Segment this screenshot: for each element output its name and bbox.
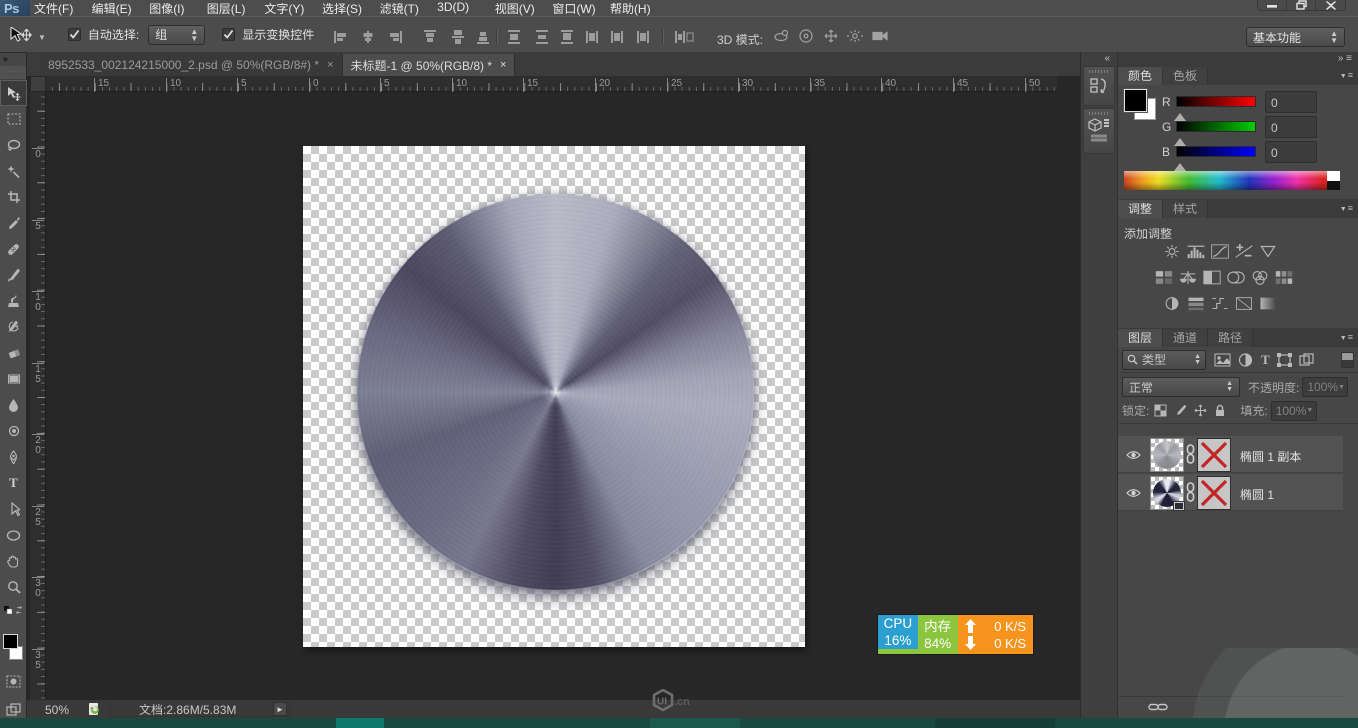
svg-text:UI: UI [657,697,667,708]
svg-text:.cn: .cn [674,696,690,708]
